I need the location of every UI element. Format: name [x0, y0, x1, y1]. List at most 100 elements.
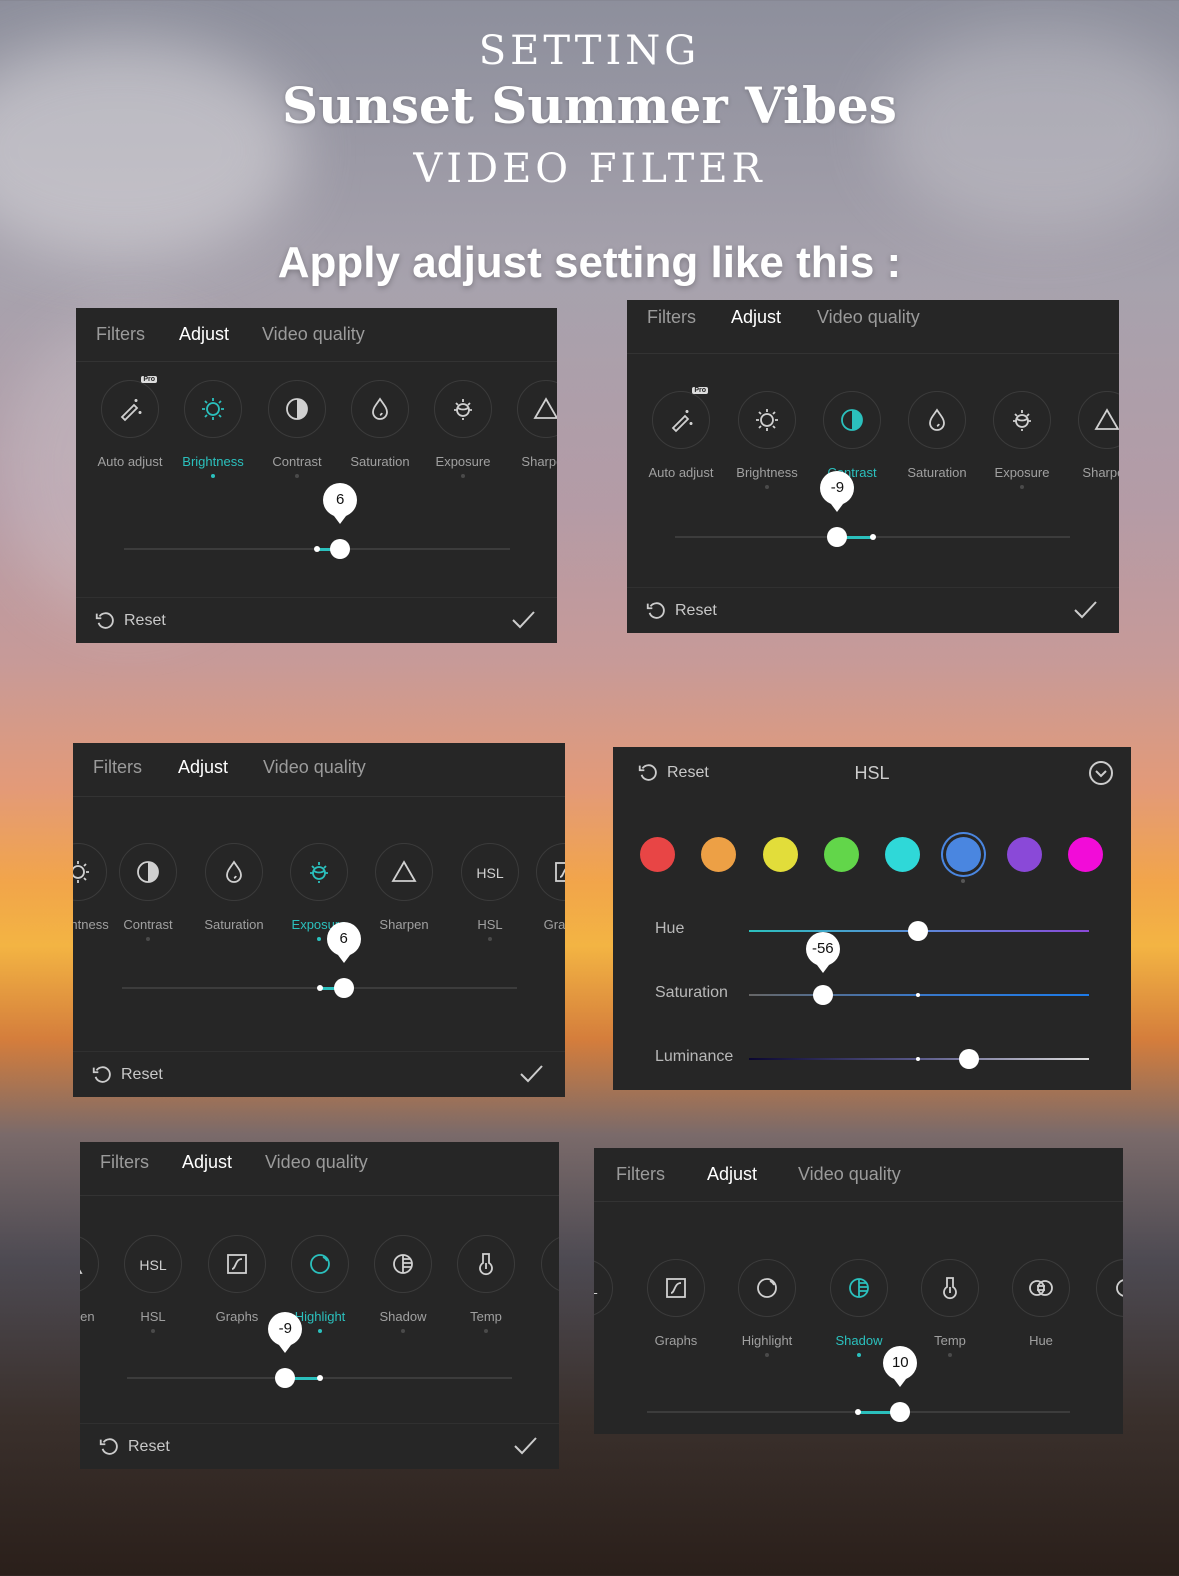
hsl-icon: HSL: [461, 843, 519, 901]
slider-thumb[interactable]: [333, 978, 354, 998]
confirm-check-icon[interactable]: [1071, 596, 1099, 624]
tab-video-quality[interactable]: Video quality: [265, 1152, 368, 1173]
collapse-chevron-icon[interactable]: [1088, 760, 1114, 786]
slider-thumb[interactable]: [890, 1402, 911, 1422]
tab-video-quality[interactable]: Video quality: [798, 1164, 901, 1185]
slider-thumb[interactable]: [827, 527, 848, 547]
modified-dot: [961, 879, 965, 883]
graphs-icon: [208, 1235, 266, 1293]
confirm-check-icon[interactable]: [511, 1432, 539, 1460]
tool-label: Exposure: [994, 465, 1050, 480]
tool-contrast[interactable]: Contrast: [103, 843, 193, 941]
tab-bar: Filters Adjust Video quality: [627, 300, 1119, 354]
tool-label: Temp: [934, 1333, 966, 1348]
confirm-check-icon[interactable]: [517, 1060, 545, 1088]
color-swatch[interactable]: [885, 837, 920, 872]
tool-saturation[interactable]: Saturation: [189, 843, 279, 941]
tool-highlight[interactable]: Highlight: [722, 1259, 812, 1357]
modified-dot: [211, 474, 215, 478]
tool-label: Graphs: [543, 917, 565, 932]
slider-thumb[interactable]: [330, 539, 351, 559]
value-bubble: 6: [326, 922, 361, 963]
slider-thumb[interactable]: [275, 1368, 296, 1388]
tab-filters[interactable]: Filters: [93, 757, 142, 778]
tool-graphs[interactable]: Graphs: [192, 1235, 282, 1333]
reset-button[interactable]: Reset: [94, 610, 166, 632]
tab-filters[interactable]: Filters: [616, 1164, 665, 1185]
tab-filters[interactable]: Filters: [100, 1152, 149, 1173]
confirm-check-icon[interactable]: [509, 606, 537, 634]
reset-button[interactable]: Reset: [91, 1064, 163, 1086]
drop-icon: [205, 843, 263, 901]
tool-shadow[interactable]: Shadow: [358, 1235, 448, 1333]
tool-auto-adjust[interactable]: Pro Auto adjust: [85, 376, 175, 478]
tool-exposure[interactable]: Exposure: [418, 380, 508, 478]
color-swatch[interactable]: [701, 837, 736, 872]
modified-dot: [295, 474, 299, 478]
color-swatch[interactable]: [824, 837, 859, 872]
tool-contrast[interactable]: Contrast: [807, 391, 897, 489]
tool-hue[interactable]: Hue: [996, 1259, 1086, 1357]
tool-auto-adjust[interactable]: Pro Auto adjust: [636, 387, 726, 489]
tool-temp[interactable]: Temp: [905, 1259, 995, 1357]
tab-filters[interactable]: Filters: [647, 307, 696, 328]
panel-footer: Reset: [76, 597, 557, 643]
slider-thumb[interactable]: [908, 921, 928, 941]
tab-adjust[interactable]: Adjust: [707, 1164, 757, 1185]
color-swatch[interactable]: [763, 837, 798, 872]
panel-footer: Reset: [627, 587, 1119, 633]
reset-icon: [92, 1066, 111, 1083]
reset-icon: [95, 612, 114, 629]
tab-video-quality[interactable]: Video quality: [817, 307, 920, 328]
tool-label: Sharpen: [1082, 465, 1119, 480]
tab-video-quality[interactable]: Video quality: [263, 757, 366, 778]
slider-thumb[interactable]: [959, 1049, 979, 1069]
highlight-icon: [291, 1235, 349, 1293]
triangle-icon: [517, 380, 557, 438]
tab-adjust[interactable]: Adjust: [182, 1152, 232, 1173]
color-swatch[interactable]: [1007, 837, 1042, 872]
reset-button[interactable]: Reset: [98, 1436, 170, 1458]
tab-filters[interactable]: Filters: [96, 324, 145, 345]
tool-exposure[interactable]: Exposure: [977, 391, 1067, 489]
tool-saturation[interactable]: Saturation: [892, 391, 982, 489]
slider-zero-mark: [916, 993, 920, 997]
exposure-icon: [993, 391, 1051, 449]
hsl-saturation-label: Saturation: [655, 984, 728, 1001]
tool-brightness[interactable]: Brightness: [722, 391, 812, 489]
tool-label: Sharpen: [521, 454, 557, 469]
tool-graphs[interactable]: Graphs: [520, 843, 565, 941]
tab-adjust[interactable]: Adjust: [731, 307, 781, 328]
tool-sharpen[interactable]: Sharpen: [359, 843, 449, 941]
tool-hsl[interactable]: HSL HSL: [108, 1235, 198, 1333]
tool-graphs[interactable]: Graphs: [631, 1259, 721, 1357]
tool-circle[interactable]: [1080, 1259, 1123, 1337]
color-swatch[interactable]: [946, 837, 981, 872]
tab-video-quality[interactable]: Video quality: [262, 324, 365, 345]
reset-label: Reset: [121, 1066, 163, 1083]
tab-adjust[interactable]: Adjust: [178, 757, 228, 778]
tab-adjust[interactable]: Adjust: [179, 324, 229, 345]
tool-label: Sharpen: [379, 917, 429, 932]
slider-zero-mark: [314, 546, 320, 552]
slider-thumb[interactable]: [812, 985, 833, 1005]
reset-icon: [646, 602, 665, 619]
color-swatch[interactable]: [1068, 837, 1103, 872]
hsl-icon: HSL: [124, 1235, 182, 1293]
tool-temp[interactable]: Temp: [441, 1235, 531, 1333]
modified-dot: [146, 937, 150, 941]
exposure-icon: [290, 843, 348, 901]
tool-contrast[interactable]: Contrast: [252, 380, 342, 478]
tool-saturation[interactable]: Saturation: [335, 380, 425, 478]
tool-hsl[interactable]: HSL: [594, 1259, 629, 1337]
tool-shadow[interactable]: Shadow: [814, 1259, 904, 1357]
tool-sharpen[interactable]: Sharpen: [501, 380, 557, 478]
color-swatch[interactable]: [640, 837, 675, 872]
slider-zero-mark: [855, 1409, 861, 1415]
reset-button[interactable]: Reset: [645, 600, 717, 622]
tool-label: Exposure: [435, 454, 491, 469]
tool-sharpen[interactable]: Sharpen: [1062, 391, 1119, 489]
tool-label: Brightness: [736, 465, 798, 480]
tool-brightness[interactable]: Brightness: [168, 380, 258, 478]
tool-circle[interactable]: [525, 1235, 559, 1313]
